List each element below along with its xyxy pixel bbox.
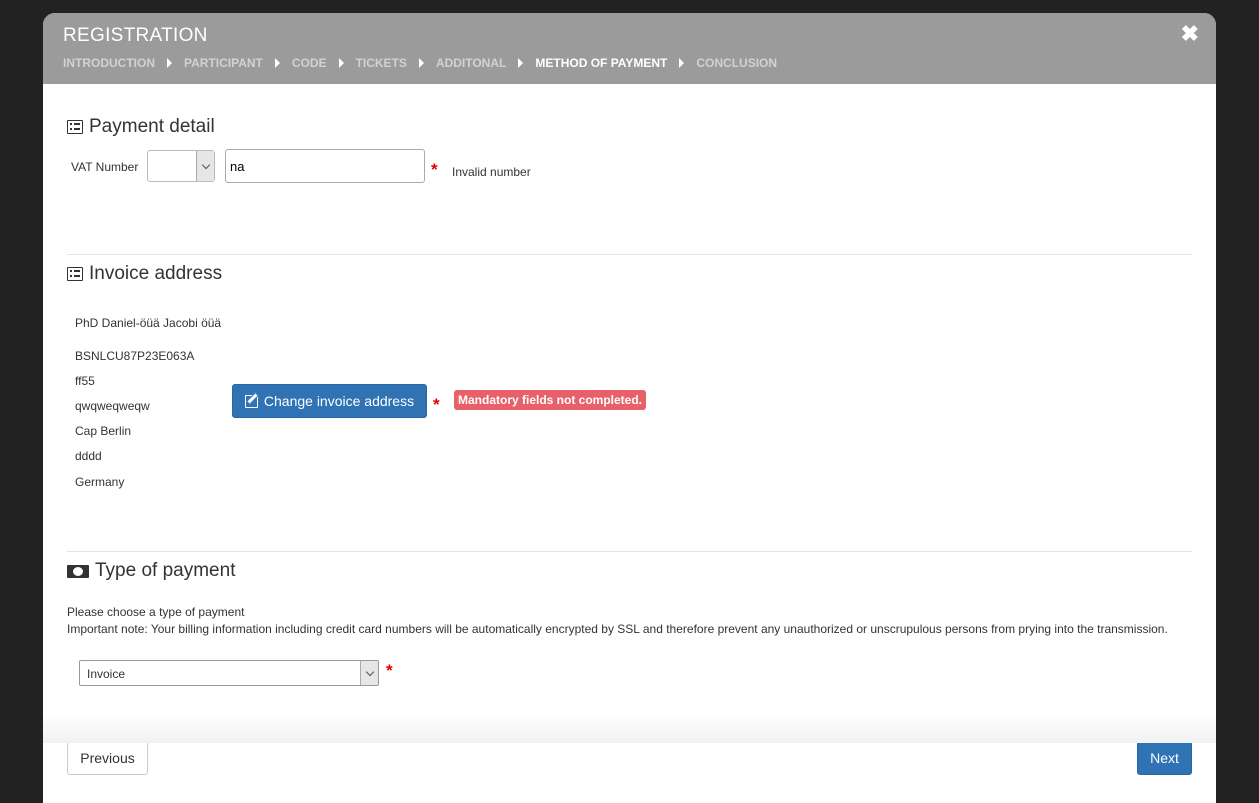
step-method-of-payment[interactable]: METHOD OF PAYMENT <box>535 56 667 70</box>
list-alt-icon <box>67 120 83 134</box>
caret-right-icon <box>418 58 424 68</box>
money-icon <box>67 564 89 578</box>
registration-modal: REGISTRATION ✖ INTRODUCTION PARTICIPANT … <box>43 13 1216 803</box>
step-code[interactable]: CODE <box>292 56 327 70</box>
modal-title: REGISTRATION <box>63 25 208 46</box>
vat-number-label: VAT Number <box>71 160 139 174</box>
modal-header: REGISTRATION ✖ INTRODUCTION PARTICIPANT … <box>43 13 1216 84</box>
previous-button[interactable]: Previous <box>67 741 148 775</box>
required-marker: * <box>433 395 440 414</box>
vat-country-select[interactable] <box>147 150 215 182</box>
payment-type-heading: Type of payment <box>67 560 235 582</box>
close-icon[interactable]: ✖ <box>1181 23 1199 45</box>
required-marker: * <box>386 661 393 680</box>
address-line: Germany <box>75 475 125 489</box>
divider <box>67 254 1192 255</box>
caret-right-icon <box>518 58 524 68</box>
payment-security-note: Important note: Your billing information… <box>67 622 1168 636</box>
change-invoice-address-button[interactable]: Change invoice address <box>232 384 427 418</box>
chevron-down-icon <box>201 160 210 169</box>
caret-right-icon <box>274 58 280 68</box>
payment-type-select[interactable]: Invoice <box>79 660 379 686</box>
address-line: qwqweqweqw <box>75 399 150 413</box>
invoice-name: PhD Daniel-öüä Jacobi öüä <box>75 316 222 330</box>
edit-icon <box>244 394 258 408</box>
vat-number-input[interactable] <box>225 149 425 183</box>
bottom-fade <box>43 713 1216 743</box>
step-conclusion[interactable]: CONCLUSION <box>696 56 777 70</box>
vat-error-text: Invalid number <box>452 165 531 179</box>
address-line: ff55 <box>75 374 95 388</box>
step-participant[interactable]: PARTICIPANT <box>184 56 263 70</box>
caret-right-icon <box>679 58 685 68</box>
address-line: BSNLCU87P23E063A <box>75 349 195 363</box>
step-introduction[interactable]: INTRODUCTION <box>63 56 155 70</box>
divider <box>67 551 1192 552</box>
caret-right-icon <box>167 58 172 68</box>
invoice-address-title: Invoice address <box>89 263 223 284</box>
step-additional[interactable]: ADDITONAL <box>436 56 506 70</box>
list-alt-icon <box>67 267 83 281</box>
select-arrow <box>360 661 378 685</box>
step-breadcrumb: INTRODUCTION PARTICIPANT CODE TICKETS AD… <box>63 56 777 70</box>
payment-type-value: Invoice <box>87 667 126 681</box>
required-marker: * <box>431 160 438 179</box>
mandatory-fields-error-badge: Mandatory fields not completed. <box>454 390 647 410</box>
address-line: Cap Berlin <box>75 424 132 438</box>
change-invoice-address-label: Change invoice address <box>263 393 415 409</box>
select-arrow <box>196 151 214 181</box>
next-button[interactable]: Next <box>1137 741 1192 775</box>
caret-right-icon <box>338 58 344 68</box>
payment-type-title: Type of payment <box>95 560 236 581</box>
payment-detail-heading: Payment detail <box>67 116 215 138</box>
step-tickets[interactable]: TICKETS <box>356 56 407 70</box>
chevron-down-icon <box>365 667 374 676</box>
invoice-address-heading: Invoice address <box>67 263 222 285</box>
address-line: dddd <box>75 449 102 463</box>
payment-detail-title: Payment detail <box>89 116 215 137</box>
payment-instruction: Please choose a type of payment <box>67 605 245 619</box>
